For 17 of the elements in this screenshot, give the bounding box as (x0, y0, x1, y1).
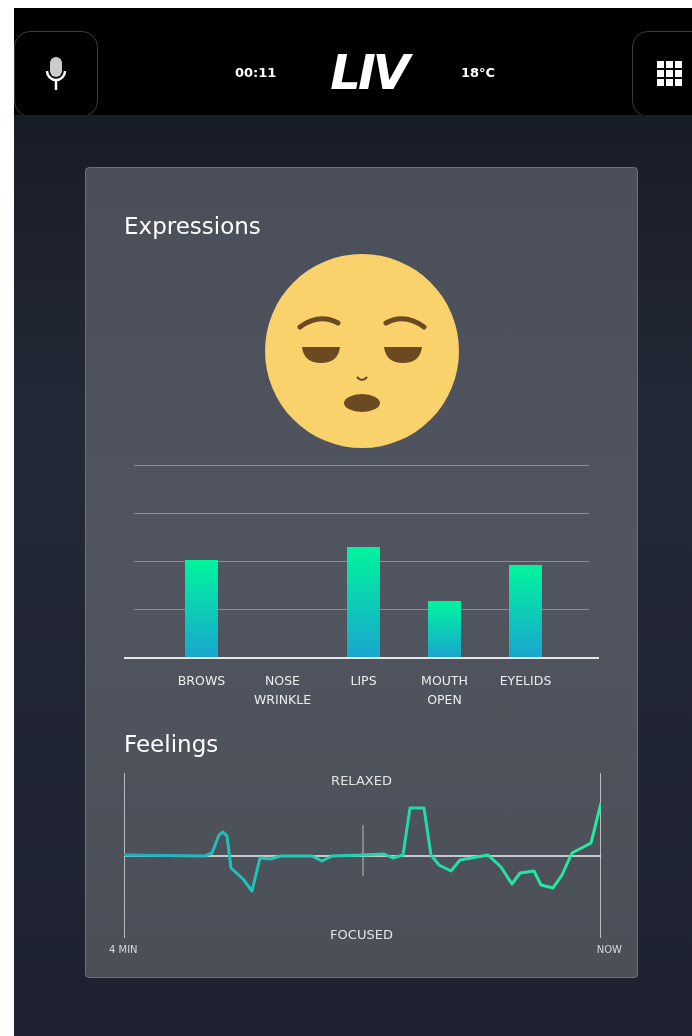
bar-label: BROWS (177, 672, 226, 690)
clock-time: 00:11 (234, 64, 277, 80)
time-label: 4 MIN (109, 944, 138, 955)
axis-label: FOCUSED (330, 927, 393, 942)
section-title: Feelings (124, 730, 220, 759)
temperature: 18°C (460, 64, 496, 80)
bar-label: LIPS (350, 672, 377, 690)
bar-label: EYELIDS (499, 672, 552, 690)
bar-label: NOSE WRINKLE (252, 672, 313, 709)
microphone-button[interactable] (14, 31, 98, 115)
grid-icon (657, 61, 683, 87)
time-label: NOW (596, 944, 622, 955)
axis-label: RELAXED (331, 773, 392, 788)
bar-label: MOUTH OPEN (420, 672, 469, 709)
microphone-icon (45, 56, 67, 92)
section-title: Expressions (124, 212, 262, 241)
expression-bar (428, 601, 461, 657)
